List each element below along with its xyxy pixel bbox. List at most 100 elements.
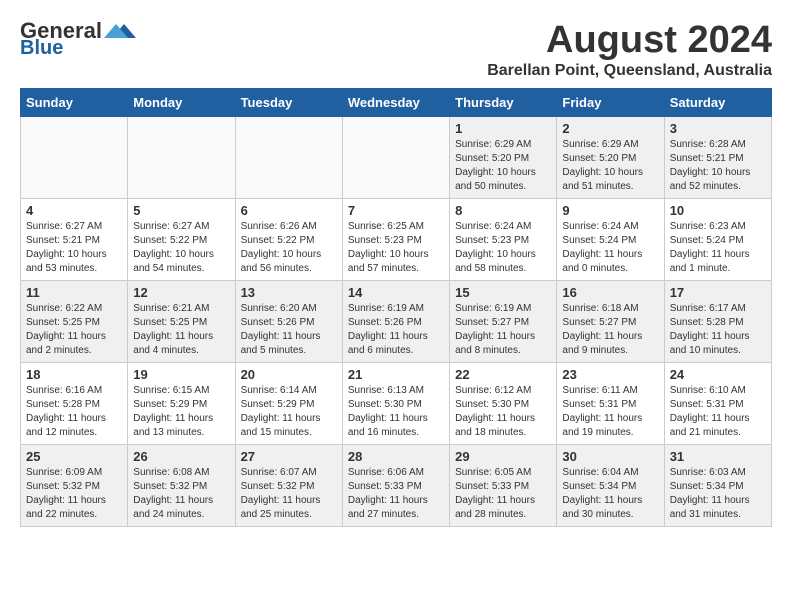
calendar-day-cell: 26Sunrise: 6:08 AMSunset: 5:32 PMDayligh… — [128, 444, 235, 526]
day-number: 6 — [241, 203, 337, 218]
calendar-day-cell: 3Sunrise: 6:28 AMSunset: 5:21 PMDaylight… — [664, 116, 771, 198]
day-number: 5 — [133, 203, 229, 218]
day-number: 27 — [241, 449, 337, 464]
day-info: Sunrise: 6:24 AMSunset: 5:24 PMDaylight:… — [562, 220, 658, 276]
calendar-day-cell: 8 Sunrise: 6:24 AMSunset: 5:23 PMDaylight… — [450, 198, 557, 280]
calendar-day-cell — [342, 116, 449, 198]
day-number: 22 — [455, 367, 551, 382]
month-year-title: August 2024 — [487, 20, 772, 62]
day-info: Sunrise: 6:19 AMSunset: 5:26 PMDaylight:… — [348, 302, 444, 358]
calendar-day-cell: 9 Sunrise: 6:24 AMSunset: 5:24 PMDaylight… — [557, 198, 664, 280]
calendar-week-row: 1 Sunrise: 6:29 AMSunset: 5:20 PMDaylight… — [21, 116, 772, 198]
calendar-day-cell: 7 Sunrise: 6:25 AMSunset: 5:23 PMDaylight… — [342, 198, 449, 280]
calendar-day-cell: 23 Sunrise: 6:11 AMSunset: 5:31 PMDayligh… — [557, 362, 664, 444]
day-number: 21 — [348, 367, 444, 382]
day-info: Sunrise: 6:29 AMSunset: 5:20 PMDaylight:… — [562, 138, 658, 194]
calendar-day-cell: 25 Sunrise: 6:09 AMSunset: 5:32 PMDayligh… — [21, 444, 128, 526]
day-info: Sunrise: 6:10 AMSunset: 5:31 PMDaylight:… — [670, 384, 766, 440]
calendar-week-row: 11 Sunrise: 6:22 AMSunset: 5:25 PMDayligh… — [21, 280, 772, 362]
calendar-day-cell: 18Sunrise: 6:16 AMSunset: 5:28 PMDayligh… — [21, 362, 128, 444]
day-number: 8 — [455, 203, 551, 218]
weekday-header: Sunday — [21, 88, 128, 116]
day-info: Sunrise: 6:17 AMSunset: 5:28 PMDaylight:… — [670, 302, 766, 358]
day-info: Sunrise: 6:27 AMSunset: 5:21 PMDaylight:… — [26, 220, 122, 276]
weekday-header: Thursday — [450, 88, 557, 116]
weekday-header: Wednesday — [342, 88, 449, 116]
location-title: Barellan Point, Queensland, Australia — [487, 62, 772, 80]
calendar-day-cell: 2 Sunrise: 6:29 AMSunset: 5:20 PMDaylight… — [557, 116, 664, 198]
page-header: General Blue August 2024 Barellan Point,… — [20, 20, 772, 80]
day-info: Sunrise: 6:03 AMSunset: 5:34 PMDaylight:… — [670, 466, 766, 522]
day-info: Sunrise: 6:28 AMSunset: 5:21 PMDaylight:… — [670, 138, 766, 194]
calendar-day-cell: 4Sunrise: 6:27 AMSunset: 5:21 PMDaylight… — [21, 198, 128, 280]
day-number: 29 — [455, 449, 551, 464]
day-info: Sunrise: 6:08 AMSunset: 5:32 PMDaylight:… — [133, 466, 229, 522]
day-number: 11 — [26, 285, 122, 300]
calendar-day-cell: 15 Sunrise: 6:19 AMSunset: 5:27 PMDayligh… — [450, 280, 557, 362]
day-info: Sunrise: 6:11 AMSunset: 5:31 PMDaylight:… — [562, 384, 658, 440]
calendar-day-cell: 11 Sunrise: 6:22 AMSunset: 5:25 PMDayligh… — [21, 280, 128, 362]
calendar-table: SundayMondayTuesdayWednesdayThursdayFrid… — [20, 88, 772, 527]
calendar-day-cell: 27 Sunrise: 6:07 AMSunset: 5:32 PMDayligh… — [235, 444, 342, 526]
day-info: Sunrise: 6:20 AMSunset: 5:26 PMDaylight:… — [241, 302, 337, 358]
calendar-day-cell: 30Sunrise: 6:04 AMSunset: 5:34 PMDayligh… — [557, 444, 664, 526]
calendar-day-cell: 6 Sunrise: 6:26 AMSunset: 5:22 PMDaylight… — [235, 198, 342, 280]
day-number: 13 — [241, 285, 337, 300]
calendar-day-cell: 13 Sunrise: 6:20 AMSunset: 5:26 PMDayligh… — [235, 280, 342, 362]
day-number: 18 — [26, 367, 122, 382]
day-info: Sunrise: 6:27 AMSunset: 5:22 PMDaylight:… — [133, 220, 229, 276]
calendar-week-row: 25 Sunrise: 6:09 AMSunset: 5:32 PMDayligh… — [21, 444, 772, 526]
day-number: 19 — [133, 367, 229, 382]
calendar-day-cell: 16Sunrise: 6:18 AMSunset: 5:27 PMDayligh… — [557, 280, 664, 362]
day-info: Sunrise: 6:22 AMSunset: 5:25 PMDaylight:… — [26, 302, 122, 358]
weekday-header: Monday — [128, 88, 235, 116]
calendar-week-row: 4Sunrise: 6:27 AMSunset: 5:21 PMDaylight… — [21, 198, 772, 280]
day-info: Sunrise: 6:05 AMSunset: 5:33 PMDaylight:… — [455, 466, 551, 522]
calendar-day-cell: 17 Sunrise: 6:17 AMSunset: 5:28 PMDayligh… — [664, 280, 771, 362]
calendar-day-cell: 28Sunrise: 6:06 AMSunset: 5:33 PMDayligh… — [342, 444, 449, 526]
day-number: 24 — [670, 367, 766, 382]
day-number: 10 — [670, 203, 766, 218]
day-number: 2 — [562, 121, 658, 136]
day-number: 1 — [455, 121, 551, 136]
calendar-week-row: 18Sunrise: 6:16 AMSunset: 5:28 PMDayligh… — [21, 362, 772, 444]
day-info: Sunrise: 6:26 AMSunset: 5:22 PMDaylight:… — [241, 220, 337, 276]
calendar-day-cell: 24 Sunrise: 6:10 AMSunset: 5:31 PMDayligh… — [664, 362, 771, 444]
logo-icon — [104, 20, 136, 42]
calendar-day-cell: 1Sunrise: 6:29 AMSunset: 5:20 PMDaylight… — [450, 116, 557, 198]
day-number: 7 — [348, 203, 444, 218]
calendar-day-cell: 10Sunrise: 6:23 AMSunset: 5:24 PMDayligh… — [664, 198, 771, 280]
day-info: Sunrise: 6:24 AMSunset: 5:23 PMDaylight:… — [455, 220, 551, 276]
day-number: 9 — [562, 203, 658, 218]
calendar-day-cell — [235, 116, 342, 198]
calendar-day-cell — [128, 116, 235, 198]
day-info: Sunrise: 6:04 AMSunset: 5:34 PMDaylight:… — [562, 466, 658, 522]
day-number: 25 — [26, 449, 122, 464]
logo-blue-text: Blue — [20, 38, 63, 58]
day-number: 16 — [562, 285, 658, 300]
day-info: Sunrise: 6:07 AMSunset: 5:32 PMDaylight:… — [241, 466, 337, 522]
day-number: 20 — [241, 367, 337, 382]
title-block: August 2024 Barellan Point, Queensland, … — [487, 20, 772, 80]
calendar-day-cell: 21 Sunrise: 6:13 AMSunset: 5:30 PMDayligh… — [342, 362, 449, 444]
calendar-day-cell: 20Sunrise: 6:14 AMSunset: 5:29 PMDayligh… — [235, 362, 342, 444]
calendar-day-cell: 29 Sunrise: 6:05 AMSunset: 5:33 PMDayligh… — [450, 444, 557, 526]
calendar-day-cell: 14 Sunrise: 6:19 AMSunset: 5:26 PMDayligh… — [342, 280, 449, 362]
weekday-header: Tuesday — [235, 88, 342, 116]
day-number: 23 — [562, 367, 658, 382]
day-info: Sunrise: 6:15 AMSunset: 5:29 PMDaylight:… — [133, 384, 229, 440]
calendar-day-cell: 12Sunrise: 6:21 AMSunset: 5:25 PMDayligh… — [128, 280, 235, 362]
day-number: 17 — [670, 285, 766, 300]
day-number: 15 — [455, 285, 551, 300]
day-info: Sunrise: 6:19 AMSunset: 5:27 PMDaylight:… — [455, 302, 551, 358]
day-info: Sunrise: 6:25 AMSunset: 5:23 PMDaylight:… — [348, 220, 444, 276]
day-info: Sunrise: 6:09 AMSunset: 5:32 PMDaylight:… — [26, 466, 122, 522]
weekday-header: Saturday — [664, 88, 771, 116]
day-number: 31 — [670, 449, 766, 464]
calendar-day-cell: 19 Sunrise: 6:15 AMSunset: 5:29 PMDayligh… — [128, 362, 235, 444]
day-info: Sunrise: 6:13 AMSunset: 5:30 PMDaylight:… — [348, 384, 444, 440]
day-info: Sunrise: 6:06 AMSunset: 5:33 PMDaylight:… — [348, 466, 444, 522]
day-number: 14 — [348, 285, 444, 300]
day-info: Sunrise: 6:21 AMSunset: 5:25 PMDaylight:… — [133, 302, 229, 358]
day-info: Sunrise: 6:12 AMSunset: 5:30 PMDaylight:… — [455, 384, 551, 440]
